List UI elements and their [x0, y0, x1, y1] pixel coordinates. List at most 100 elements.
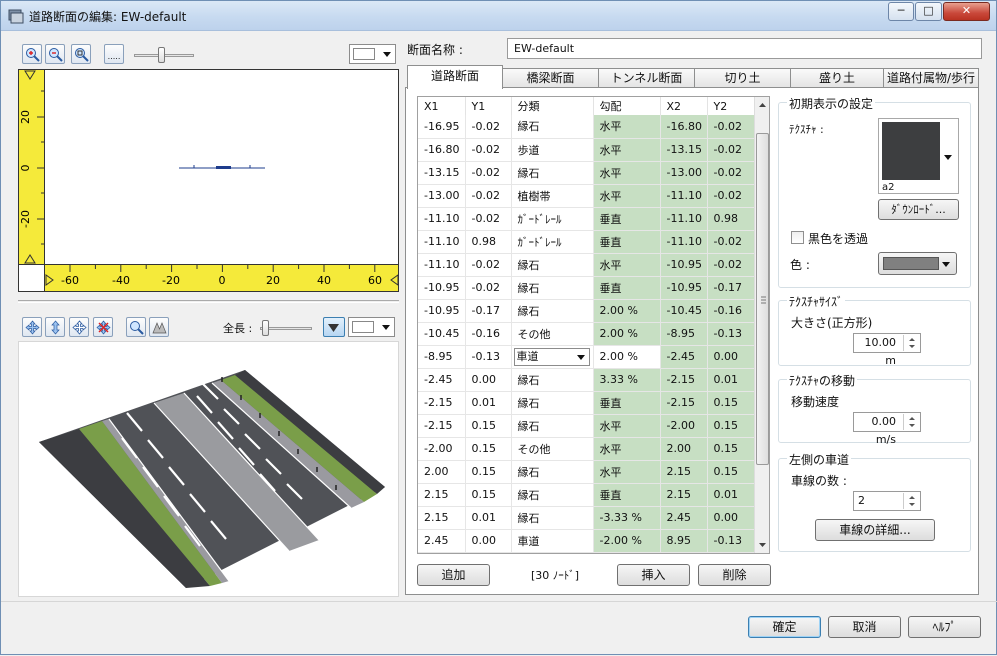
- y2-cell[interactable]: -0.17: [707, 276, 756, 300]
- y1-cell[interactable]: -0.13: [465, 345, 512, 369]
- slope-cell[interactable]: 2.00 %: [593, 299, 661, 323]
- panel-splitter[interactable]: [18, 300, 399, 303]
- tab-fill[interactable]: 盛り土: [790, 68, 884, 88]
- table-row[interactable]: -11.10 0.98 ｶﾞｰﾄﾞﾚｰﾙ 垂直 -11.10 -0.02: [418, 230, 756, 254]
- x2-cell[interactable]: -10.95: [660, 253, 708, 277]
- perspective-button[interactable]: [149, 317, 169, 337]
- x2-cell[interactable]: -2.00: [660, 414, 708, 438]
- color-dropdown[interactable]: [878, 252, 957, 275]
- slope-cell[interactable]: 水平: [593, 414, 661, 438]
- class-cell[interactable]: 植樹帯: [511, 184, 594, 208]
- slope-cell[interactable]: 水平: [593, 437, 661, 461]
- view-mode-button[interactable]: [323, 317, 345, 337]
- maximize-button[interactable]: □: [915, 2, 942, 21]
- y1-cell[interactable]: 0.00: [465, 368, 512, 392]
- y1-cell[interactable]: 0.15: [465, 483, 512, 507]
- class-cell[interactable]: 縁石: [511, 115, 594, 139]
- y2-cell[interactable]: 0.98: [707, 207, 756, 231]
- tab-tunnel-section[interactable]: トンネル断面: [598, 68, 695, 88]
- table-row[interactable]: -16.95 -0.02 縁石 水平 -16.80 -0.02: [418, 115, 756, 139]
- col-header-x1[interactable]: X1: [418, 97, 466, 115]
- zoom-out-button[interactable]: [45, 44, 65, 64]
- zoom-fit-button[interactable]: [71, 44, 91, 64]
- table-row[interactable]: -10.45 -0.16 その他 2.00 % -8.95 -0.13: [418, 322, 756, 346]
- table-row[interactable]: -2.45 0.00 縁石 3.33 % -2.15 0.01: [418, 368, 756, 392]
- table-row[interactable]: -10.95 -0.02 縁石 垂直 -10.95 -0.17: [418, 276, 756, 300]
- table-scrollbar[interactable]: [754, 97, 769, 553]
- x2-cell[interactable]: 2.00: [660, 437, 708, 461]
- pan-view-button[interactable]: [69, 317, 89, 337]
- x1-cell[interactable]: 2.15: [418, 483, 466, 507]
- spin-updown-icon[interactable]: [903, 335, 919, 351]
- close-button[interactable]: ✕: [943, 2, 990, 21]
- table-row[interactable]: 2.45 0.00 車道 -2.00 % 8.95 -0.13: [418, 529, 756, 553]
- ok-button[interactable]: 確定: [748, 616, 821, 638]
- y1-cell[interactable]: -0.16: [465, 322, 512, 346]
- table-row[interactable]: 2.15 0.15 縁石 垂直 2.15 0.01: [418, 483, 756, 507]
- class-cell[interactable]: ｶﾞｰﾄﾞﾚｰﾙ: [511, 230, 594, 254]
- slope-cell[interactable]: 垂直: [593, 391, 661, 415]
- x1-cell[interactable]: 2.15: [418, 506, 466, 530]
- class-cell[interactable]: 縁石: [511, 161, 594, 185]
- slope-cell[interactable]: 3.33 %: [593, 368, 661, 392]
- class-cell[interactable]: 縁石: [511, 460, 594, 484]
- class-cell[interactable]: 縁石: [511, 276, 594, 300]
- y2-cell[interactable]: 0.00: [707, 345, 756, 369]
- slope-cell[interactable]: 2.00 %: [593, 345, 661, 369]
- x2-cell[interactable]: 2.15: [660, 483, 708, 507]
- y2-cell[interactable]: 0.15: [707, 460, 756, 484]
- y2-cell[interactable]: 0.01: [707, 483, 756, 507]
- y2-cell[interactable]: -0.02: [707, 138, 756, 162]
- insert-node-button[interactable]: 挿入: [617, 564, 690, 586]
- road-3d-preview[interactable]: [18, 341, 399, 597]
- slope-cell[interactable]: 水平: [593, 184, 661, 208]
- table-row[interactable]: 2.15 0.01 縁石 -3.33 % 2.45 0.00: [418, 506, 756, 530]
- y1-cell[interactable]: -0.02: [465, 253, 512, 277]
- x1-cell[interactable]: -10.95: [418, 299, 466, 323]
- x1-cell[interactable]: -8.95: [418, 345, 466, 369]
- spin-updown-icon[interactable]: [903, 414, 919, 430]
- class-cell[interactable]: 縁石: [511, 483, 594, 507]
- table-row[interactable]: -16.80 -0.02 歩道 水平 -13.15 -0.02: [418, 138, 756, 162]
- class-cell[interactable]: その他: [511, 437, 594, 461]
- x1-cell[interactable]: -10.45: [418, 322, 466, 346]
- y1-cell[interactable]: -0.02: [465, 138, 512, 162]
- x1-cell[interactable]: -11.10: [418, 230, 466, 254]
- texture-size-input[interactable]: 10.00 m: [853, 333, 921, 367]
- table-row[interactable]: -13.15 -0.02 縁石 水平 -13.00 -0.02: [418, 161, 756, 185]
- x1-cell[interactable]: -2.00: [418, 437, 466, 461]
- col-header-y1[interactable]: Y1: [465, 97, 512, 115]
- plot-color-dropdown[interactable]: [349, 44, 396, 64]
- y2-cell[interactable]: -0.16: [707, 299, 756, 323]
- y1-cell[interactable]: -0.17: [465, 299, 512, 323]
- slope-cell[interactable]: 垂直: [593, 230, 661, 254]
- y1-cell[interactable]: -0.02: [465, 115, 512, 139]
- class-cell[interactable]: 縁石: [511, 368, 594, 392]
- rotate-view-button[interactable]: [22, 317, 42, 337]
- col-header-slope[interactable]: 勾配: [593, 97, 661, 115]
- class-cell[interactable]: 縁石: [511, 414, 594, 438]
- class-cell[interactable]: 歩道: [511, 138, 594, 162]
- table-row[interactable]: -11.10 -0.02 縁石 水平 -10.95 -0.02: [418, 253, 756, 277]
- zoom-in-button[interactable]: [22, 44, 42, 64]
- zoom-slider-thumb[interactable]: [158, 47, 165, 63]
- x1-cell[interactable]: -16.95: [418, 115, 466, 139]
- slope-cell[interactable]: 水平: [593, 253, 661, 277]
- y2-cell[interactable]: 0.15: [707, 391, 756, 415]
- slope-cell[interactable]: 水平: [593, 115, 661, 139]
- scroll-thumb[interactable]: [756, 133, 769, 465]
- settings-dots-button[interactable]: .....: [104, 44, 124, 64]
- y1-cell[interactable]: 0.98: [465, 230, 512, 254]
- x2-cell[interactable]: -10.95: [660, 276, 708, 300]
- y1-cell[interactable]: -0.02: [465, 184, 512, 208]
- class-cell[interactable]: ｶﾞｰﾄﾞﾚｰﾙ: [511, 207, 594, 231]
- slope-cell[interactable]: 2.00 %: [593, 322, 661, 346]
- x1-cell[interactable]: -2.15: [418, 414, 466, 438]
- class-cell[interactable]: 縁石: [511, 299, 594, 323]
- spin-updown-icon[interactable]: [903, 493, 919, 509]
- x2-cell[interactable]: -13.00: [660, 161, 708, 185]
- x2-cell[interactable]: -11.10: [660, 207, 708, 231]
- table-row[interactable]: -8.95 -0.13 車道 2.00 % -2.45 0.00: [418, 345, 756, 369]
- slope-cell[interactable]: 垂直: [593, 276, 661, 300]
- length-slider-thumb[interactable]: [262, 320, 269, 336]
